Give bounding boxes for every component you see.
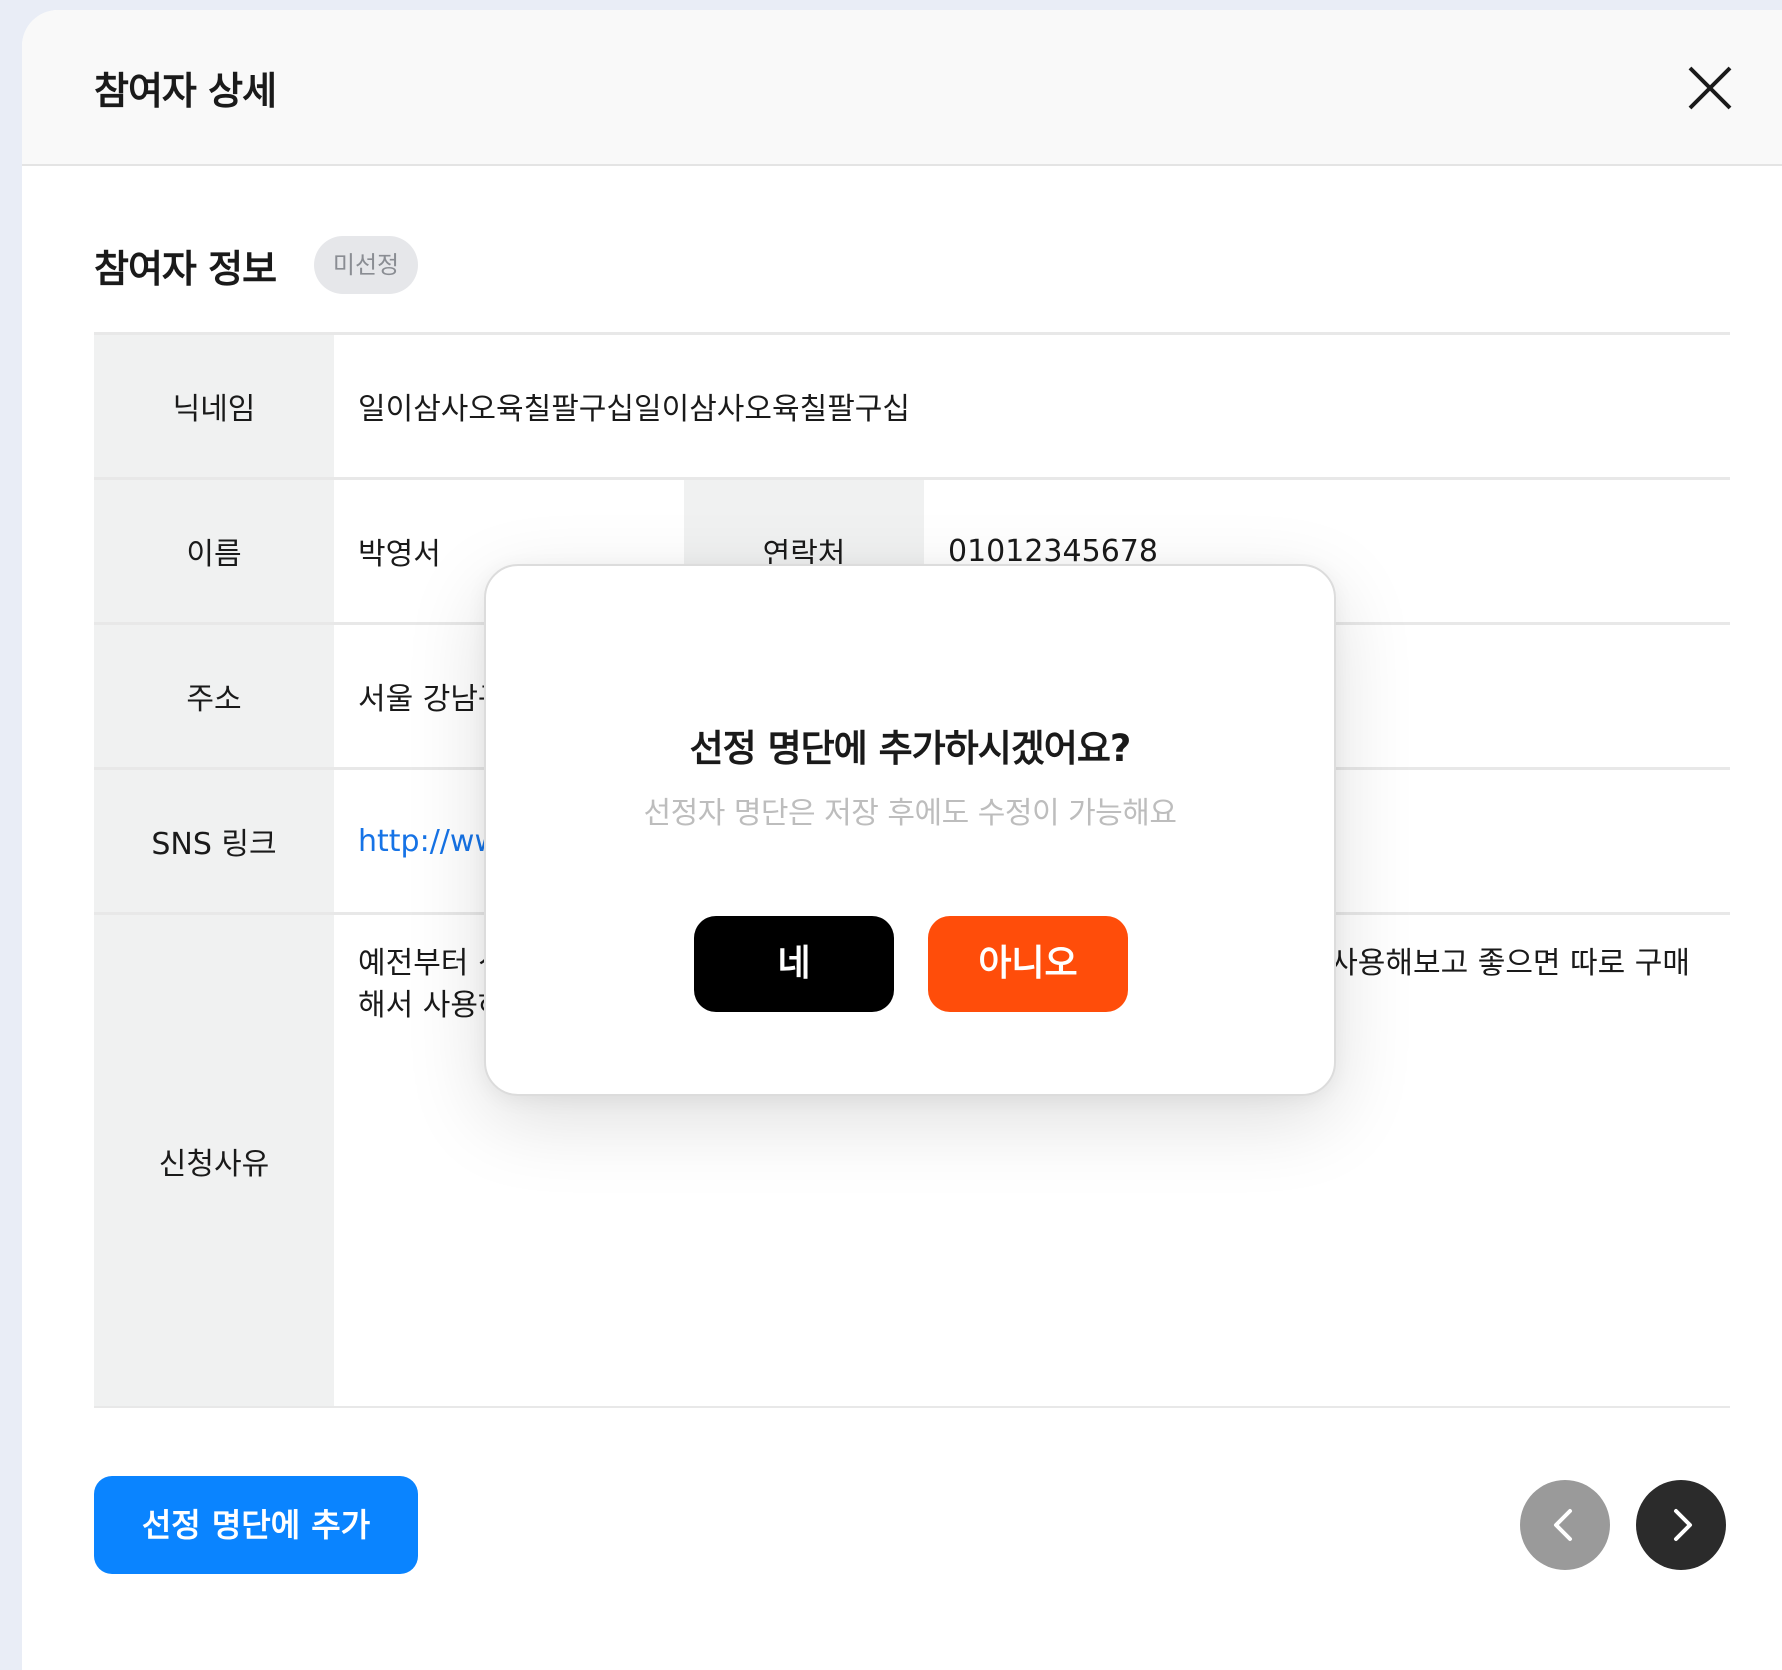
panel-header: 참여자 상세	[22, 10, 1782, 166]
confirm-no-button[interactable]: 아니오	[928, 916, 1128, 1012]
sns-link[interactable]: http://ww	[358, 824, 499, 859]
reason-text-line1-right: 사용해보고 좋으면 따로 구매	[1330, 946, 1690, 981]
prev-participant-button[interactable]	[1520, 1480, 1610, 1570]
name-label: 이름	[94, 480, 334, 622]
next-participant-button[interactable]	[1636, 1480, 1726, 1570]
status-badge: 미선정	[314, 236, 418, 294]
chevron-right-icon	[1674, 1509, 1692, 1541]
dialog-title: 선정 명단에 추가하시겠어요?	[689, 727, 1132, 770]
sns-label: SNS 링크	[94, 770, 334, 912]
nickname-label: 닉네임	[94, 335, 334, 477]
table-row-nickname: 닉네임 일이삼사오육칠팔구십일이삼사오육칠팔구십	[94, 335, 1730, 480]
close-icon	[1688, 66, 1732, 110]
section-title: 참여자 정보	[94, 247, 277, 291]
close-button[interactable]	[1684, 62, 1736, 114]
confirm-yes-button[interactable]: 네	[694, 916, 894, 1012]
dialog-subtitle: 선정자 명단은 저장 후에도 수정이 가능해요	[643, 796, 1177, 831]
reason-label: 신청사유	[94, 915, 334, 1406]
nickname-value: 일이삼사오육칠팔구십일이삼사오육칠팔구십	[358, 392, 910, 427]
address-label: 주소	[94, 625, 334, 767]
chevron-left-icon	[1554, 1509, 1572, 1541]
page-title: 참여자 상세	[94, 69, 277, 113]
confirm-dialog: 선정 명단에 추가하시겠어요? 선정자 명단은 저장 후에도 수정이 가능해요 …	[484, 564, 1336, 1096]
add-to-selection-button[interactable]: 선정 명단에 추가	[94, 1476, 418, 1574]
